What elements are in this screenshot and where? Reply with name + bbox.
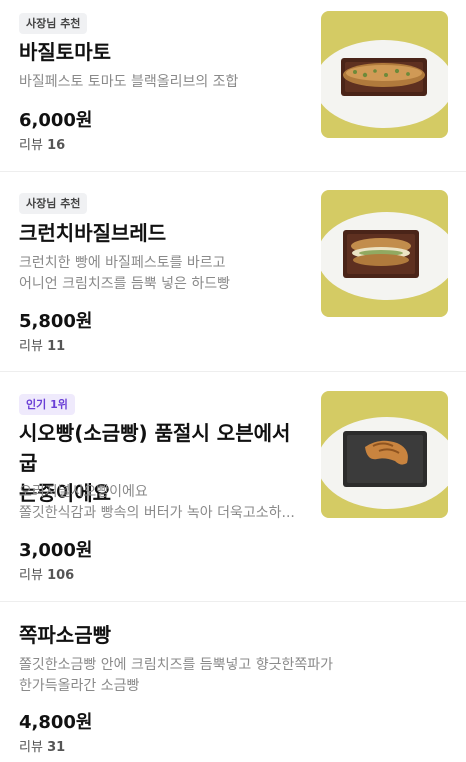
menu-item-basil-tomato[interactable]: 사장님 추천 바질토마토 바질페스토 토마도 블랙올리브의 조합 6,000원 … [0, 0, 466, 172]
review-label: 리뷰 [19, 568, 43, 583]
menu-item-description-line: 어니언 크림치즈를 듬뿍 넣은 하드빵 [19, 276, 230, 292]
menu-item-title: 바질토마토 [19, 37, 309, 67]
menu-item-title-line: 바질토마토 [19, 40, 111, 64]
menu-item-title: 쪽파소금빵 [19, 620, 309, 650]
review-label: 리뷰 [19, 740, 43, 755]
review-count: 31 [47, 740, 66, 755]
menu-item-title-line: 시오빵(소금빵) 품절시 오븐에서 굽 [19, 421, 291, 475]
menu-item-description-line: 쫄깃한소금빵 안에 크림치즈를 듬뿍넣고 향긋한쪽파가 [19, 657, 334, 673]
menu-item-green-onion-salt-bread[interactable]: 쪽파소금빵 쫄깃한소금빵 안에 크림치즈를 듬뿍넣고 향긋한쪽파가 한가득올라간… [0, 602, 466, 762]
menu-item-title-line: 크런치바질브레드 [19, 221, 167, 245]
menu-list: 사장님 추천 바질토마토 바질페스토 토마도 블랙올리브의 조합 6,000원 … [0, 0, 466, 762]
review-count: 106 [47, 568, 75, 583]
menu-item-description-line: 쫄깃한식감과 빵속의 버터가 녹아 더욱고소하... [19, 505, 295, 521]
menu-item-crunch-basil-bread[interactable]: 사장님 추천 크런치바질브레드 크런치한 빵에 바질페스토를 바르고 어니언 크… [0, 172, 466, 372]
owner-recommend-badge: 사장님 추천 [19, 193, 88, 214]
menu-item-review: 리뷰 31 [19, 736, 65, 755]
bread-baguette-photo-icon[interactable] [321, 11, 448, 138]
menu-item-description: 바질페스토 토마도 블랙올리브의 조합 [19, 72, 309, 93]
menu-item-description-line: 크런치한 빵에 바질페스토를 바르고 [19, 255, 226, 271]
popular-rank-badge: 인기 1위 [19, 394, 75, 415]
menu-item-description-line: 한가득올라간 소금빵 [19, 678, 140, 694]
menu-item-price: 4,800원 [19, 712, 93, 733]
menu-item-price: 6,000원 [19, 110, 93, 131]
menu-item-description: 쫄깃한소금빵 안에 크림치즈를 듬뿍넣고 향긋한쪽파가 한가득올라간 소금빵 [19, 655, 333, 697]
menu-item-description: 오리지널시오빵이에요 쫄깃한식감과 빵속의 버터가 녹아 더욱고소하... [19, 482, 309, 524]
menu-item-price: 3,000원 [19, 540, 93, 561]
menu-item-review: 리뷰 16 [19, 134, 65, 153]
review-label: 리뷰 [19, 339, 43, 354]
menu-item-price: 5,800원 [19, 311, 93, 332]
menu-item-description: 크런치한 빵에 바질페스토를 바르고 어니언 크림치즈를 듬뿍 넣은 하드빵 [19, 253, 309, 295]
croissant-photo-icon[interactable] [321, 391, 448, 518]
menu-item-title: 크런치바질브레드 [19, 218, 309, 248]
menu-item-description-line: 오리지널시오빵이에요 [19, 484, 148, 500]
owner-recommend-badge: 사장님 추천 [19, 13, 88, 34]
review-count: 11 [47, 339, 66, 354]
bread-sandwich-photo-icon[interactable] [321, 190, 448, 317]
review-count: 16 [47, 138, 66, 153]
menu-item-title-line: 쪽파소금빵 [19, 623, 111, 647]
review-label: 리뷰 [19, 138, 43, 153]
menu-item-review: 리뷰 106 [19, 564, 74, 583]
menu-item-description-line: 바질페스토 토마도 블랙올리브의 조합 [19, 74, 239, 90]
menu-item-review: 리뷰 11 [19, 335, 65, 354]
menu-item-shio-bread[interactable]: 인기 1위 시오빵(소금빵) 품절시 오븐에서 굽 는중이에요 오리지널시오빵이… [0, 372, 466, 602]
